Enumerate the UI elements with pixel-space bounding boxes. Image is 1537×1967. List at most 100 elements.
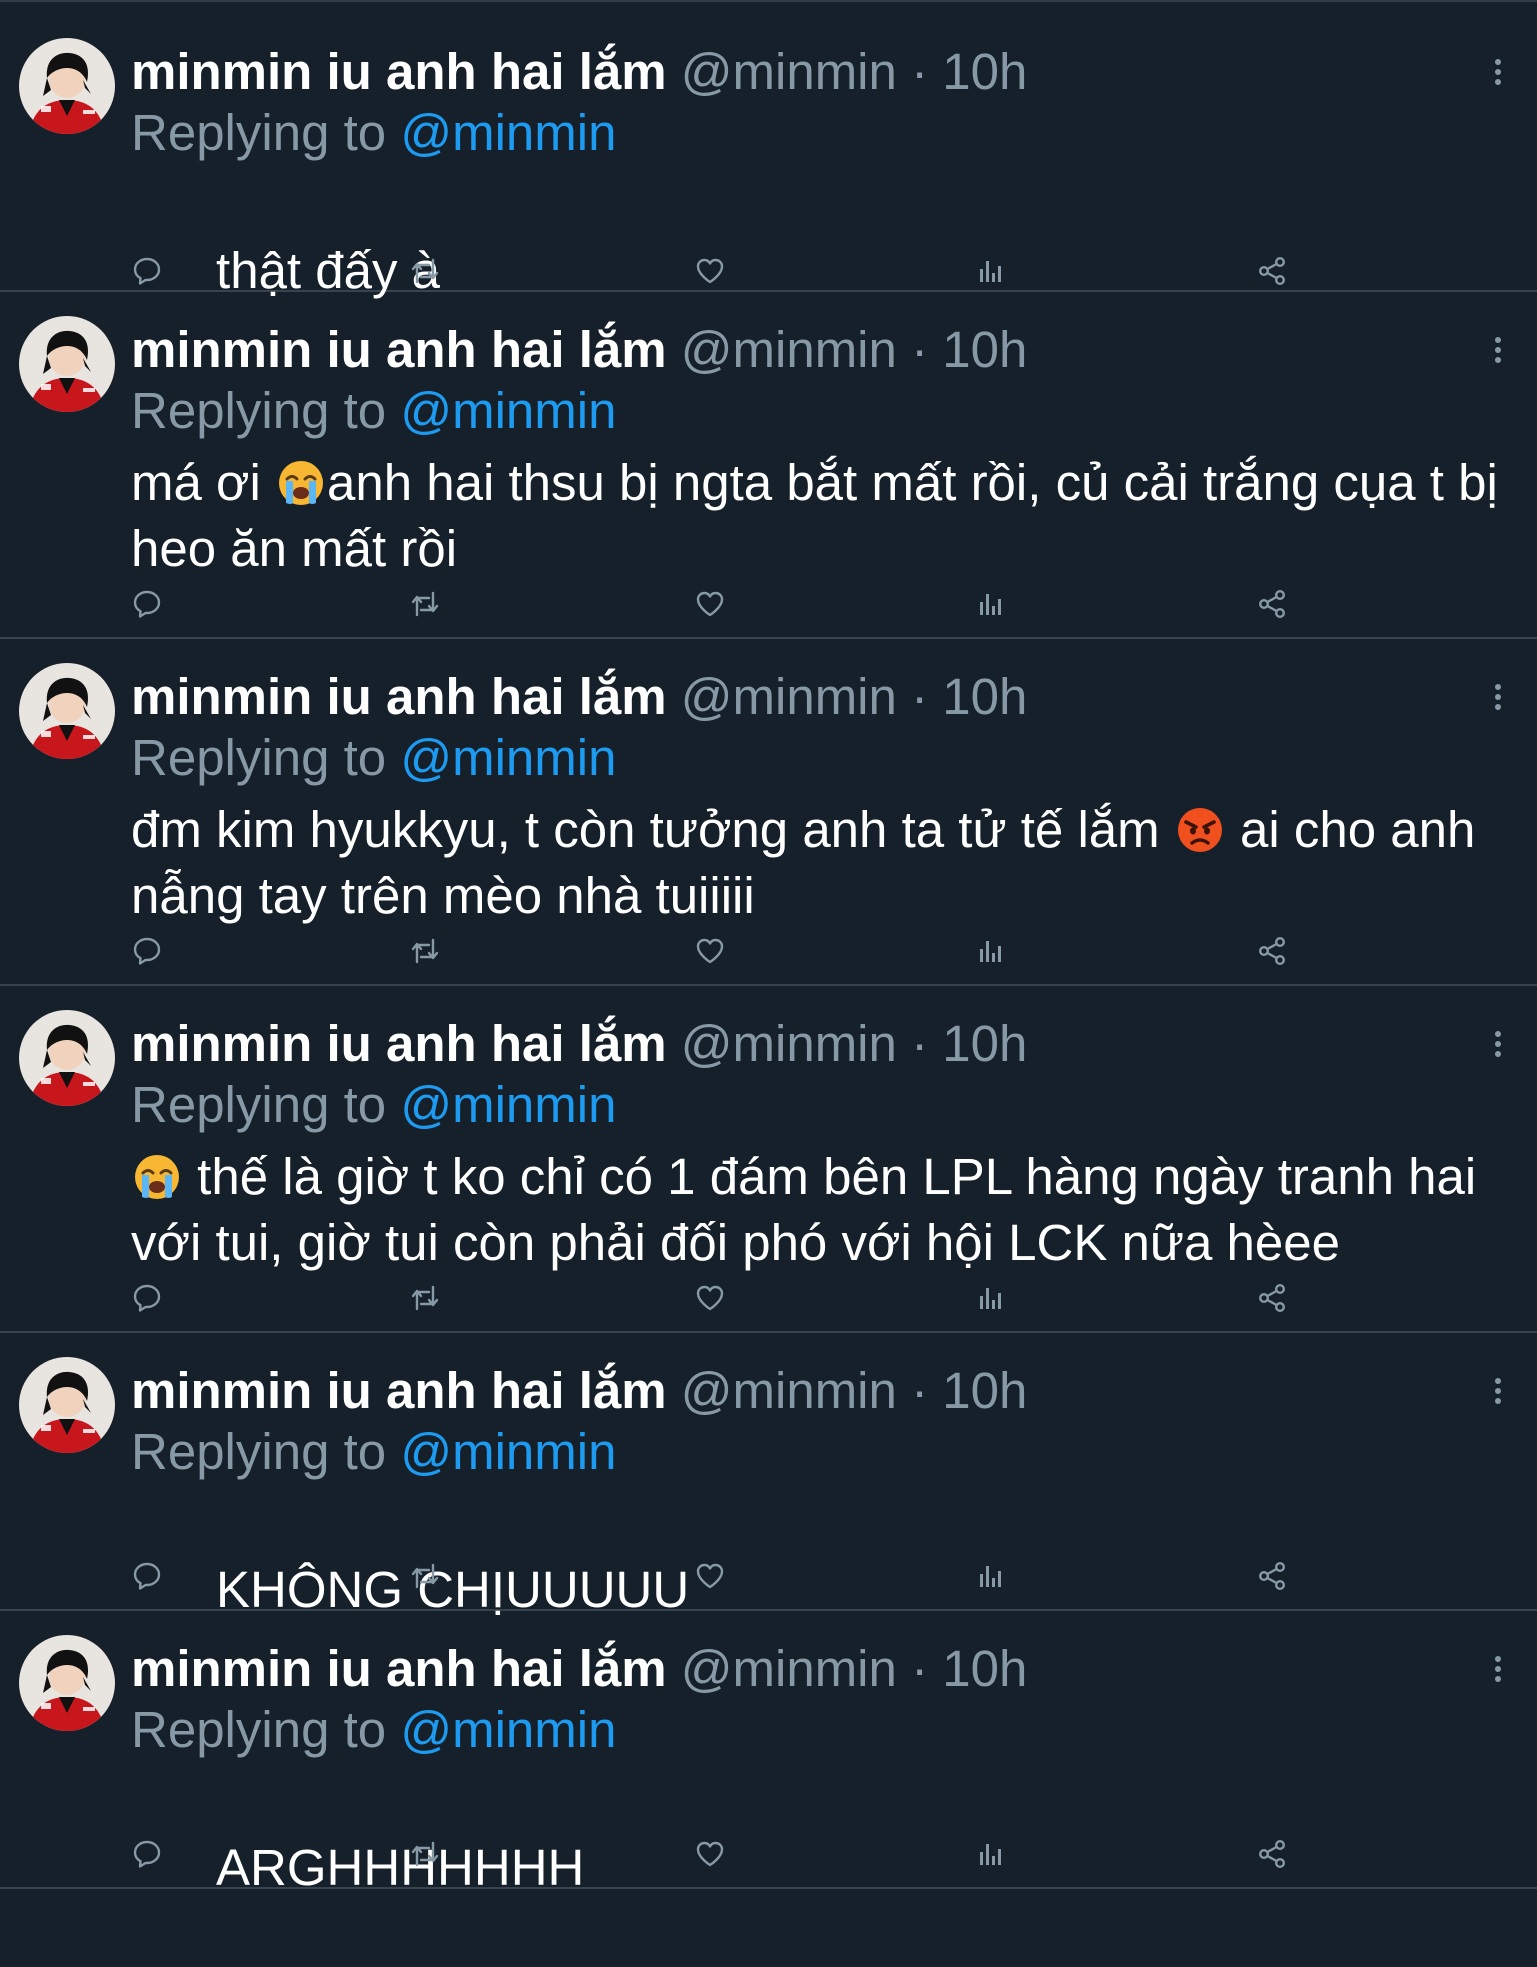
reply-mention-link[interactable]: @minmin [400, 104, 616, 161]
replying-to: Replying to @minmin [131, 728, 616, 788]
share-icon[interactable] [1256, 1838, 1288, 1870]
tweet-actions [131, 588, 1301, 620]
tweet[interactable]: minmin iu anh hai lắm @minmin · 10h Repl… [0, 639, 1537, 986]
timestamp[interactable]: 10h [942, 321, 1027, 378]
retweet-icon[interactable] [409, 935, 441, 967]
avatar-image [19, 38, 115, 134]
retweet-icon[interactable] [409, 255, 441, 287]
replying-to: Replying to @minmin [131, 1422, 616, 1482]
display-name[interactable]: minmin iu anh hai lắm [131, 1640, 667, 1697]
replying-to: Replying to @minmin [131, 1700, 616, 1760]
username[interactable]: @minmin [681, 668, 897, 725]
display-name[interactable]: minmin iu anh hai lắm [131, 321, 667, 378]
tweet-text-segment: đm kim hyukkyu, t còn tưởng anh ta tử tế… [131, 801, 1174, 858]
heart-icon[interactable] [694, 935, 726, 967]
reply-mention-link[interactable]: @minmin [400, 729, 616, 786]
more-vertical-icon[interactable] [1493, 1654, 1503, 1684]
bar-chart-icon[interactable] [974, 1560, 1006, 1592]
display-name[interactable]: minmin iu anh hai lắm [131, 1362, 667, 1419]
reply-mention-link[interactable]: @minmin [400, 382, 616, 439]
tweet-header: minmin iu anh hai lắm @minmin · 10h [131, 1014, 1027, 1074]
share-icon[interactable] [1256, 588, 1288, 620]
avatar[interactable] [19, 1010, 115, 1106]
retweet-icon[interactable] [409, 588, 441, 620]
replying-to-label: Replying to [131, 1076, 387, 1133]
reply-bubble-icon[interactable] [131, 1838, 163, 1870]
timestamp[interactable]: 10h [942, 43, 1027, 100]
tweet-header: minmin iu anh hai lắm @minmin · 10h [131, 1639, 1027, 1699]
avatar[interactable] [19, 1357, 115, 1453]
avatar-image [19, 663, 115, 759]
heart-icon[interactable] [694, 1282, 726, 1314]
loudly-crying-face-emoji [133, 1153, 181, 1201]
share-icon[interactable] [1256, 255, 1288, 287]
timestamp[interactable]: 10h [942, 668, 1027, 725]
bar-chart-icon[interactable] [974, 255, 1006, 287]
heart-icon[interactable] [694, 588, 726, 620]
tweet-header: minmin iu anh hai lắm @minmin · 10h [131, 667, 1027, 727]
tweet[interactable]: minmin iu anh hai lắm @minmin · 10h Repl… [0, 2, 1537, 299]
tweet[interactable]: minmin iu anh hai lắm @minmin · 10h Repl… [0, 1611, 1537, 1896]
avatar-image [19, 316, 115, 412]
retweet-icon[interactable] [409, 1838, 441, 1870]
tweet[interactable]: minmin iu anh hai lắm @minmin · 10h Repl… [0, 292, 1537, 639]
reply-mention-link[interactable]: @minmin [400, 1076, 616, 1133]
reply-bubble-icon[interactable] [131, 1560, 163, 1592]
reply-mention-link[interactable]: @minmin [400, 1423, 616, 1480]
tweet-text-segment: anh hai thsu bị ngta bắt mất rồi, củ cải… [131, 454, 1512, 577]
bar-chart-icon[interactable] [974, 588, 1006, 620]
avatar[interactable] [19, 38, 115, 134]
avatar[interactable] [19, 1635, 115, 1731]
username[interactable]: @minmin [681, 1015, 897, 1072]
avatar[interactable] [19, 316, 115, 412]
replying-to-label: Replying to [131, 104, 387, 161]
replying-to-label: Replying to [131, 382, 387, 439]
timestamp[interactable]: 10h [942, 1640, 1027, 1697]
angry-face-emoji [1176, 806, 1224, 854]
tweet-actions [131, 1282, 1301, 1314]
username[interactable]: @minmin [681, 321, 897, 378]
avatar[interactable] [19, 663, 115, 759]
more-vertical-icon[interactable] [1493, 1376, 1503, 1406]
bar-chart-icon[interactable] [974, 935, 1006, 967]
tweet[interactable]: minmin iu anh hai lắm @minmin · 10h Repl… [0, 1333, 1537, 1618]
reply-mention-link[interactable]: @minmin [400, 1701, 616, 1758]
heart-icon[interactable] [694, 1838, 726, 1870]
username[interactable]: @minmin [681, 43, 897, 100]
reply-bubble-icon[interactable] [131, 1282, 163, 1314]
tweet[interactable]: minmin iu anh hai lắm @minmin · 10h Repl… [0, 986, 1537, 1333]
reply-bubble-icon[interactable] [131, 935, 163, 967]
display-name[interactable]: minmin iu anh hai lắm [131, 43, 667, 100]
tweet-header: minmin iu anh hai lắm @minmin · 10h [131, 42, 1027, 102]
more-vertical-icon[interactable] [1493, 1029, 1503, 1059]
retweet-icon[interactable] [409, 1282, 441, 1314]
timestamp[interactable]: 10h [942, 1015, 1027, 1072]
reply-bubble-icon[interactable] [131, 588, 163, 620]
tweet-actions [131, 255, 1301, 287]
display-name[interactable]: minmin iu anh hai lắm [131, 1015, 667, 1072]
heart-icon[interactable] [694, 255, 726, 287]
bar-chart-icon[interactable] [974, 1838, 1006, 1870]
heart-icon[interactable] [694, 1560, 726, 1592]
avatar-image [19, 1357, 115, 1453]
share-icon[interactable] [1256, 1282, 1288, 1314]
display-name[interactable]: minmin iu anh hai lắm [131, 668, 667, 725]
avatar-image [19, 1010, 115, 1106]
timestamp[interactable]: 10h [942, 1362, 1027, 1419]
username[interactable]: @minmin [681, 1640, 897, 1697]
more-vertical-icon[interactable] [1493, 682, 1503, 712]
share-icon[interactable] [1256, 1560, 1288, 1592]
bar-chart-icon[interactable] [974, 1282, 1006, 1314]
more-vertical-icon[interactable] [1493, 57, 1503, 87]
reply-bubble-icon[interactable] [131, 255, 163, 287]
replying-to: Replying to @minmin [131, 1075, 616, 1135]
replying-to-label: Replying to [131, 729, 387, 786]
tweet-header: minmin iu anh hai lắm @minmin · 10h [131, 320, 1027, 380]
share-icon[interactable] [1256, 935, 1288, 967]
username[interactable]: @minmin [681, 1362, 897, 1419]
replying-to: Replying to @minmin [131, 103, 616, 163]
more-vertical-icon[interactable] [1493, 335, 1503, 365]
separator-dot: · [911, 1362, 929, 1419]
replying-to-label: Replying to [131, 1701, 387, 1758]
retweet-icon[interactable] [409, 1560, 441, 1592]
